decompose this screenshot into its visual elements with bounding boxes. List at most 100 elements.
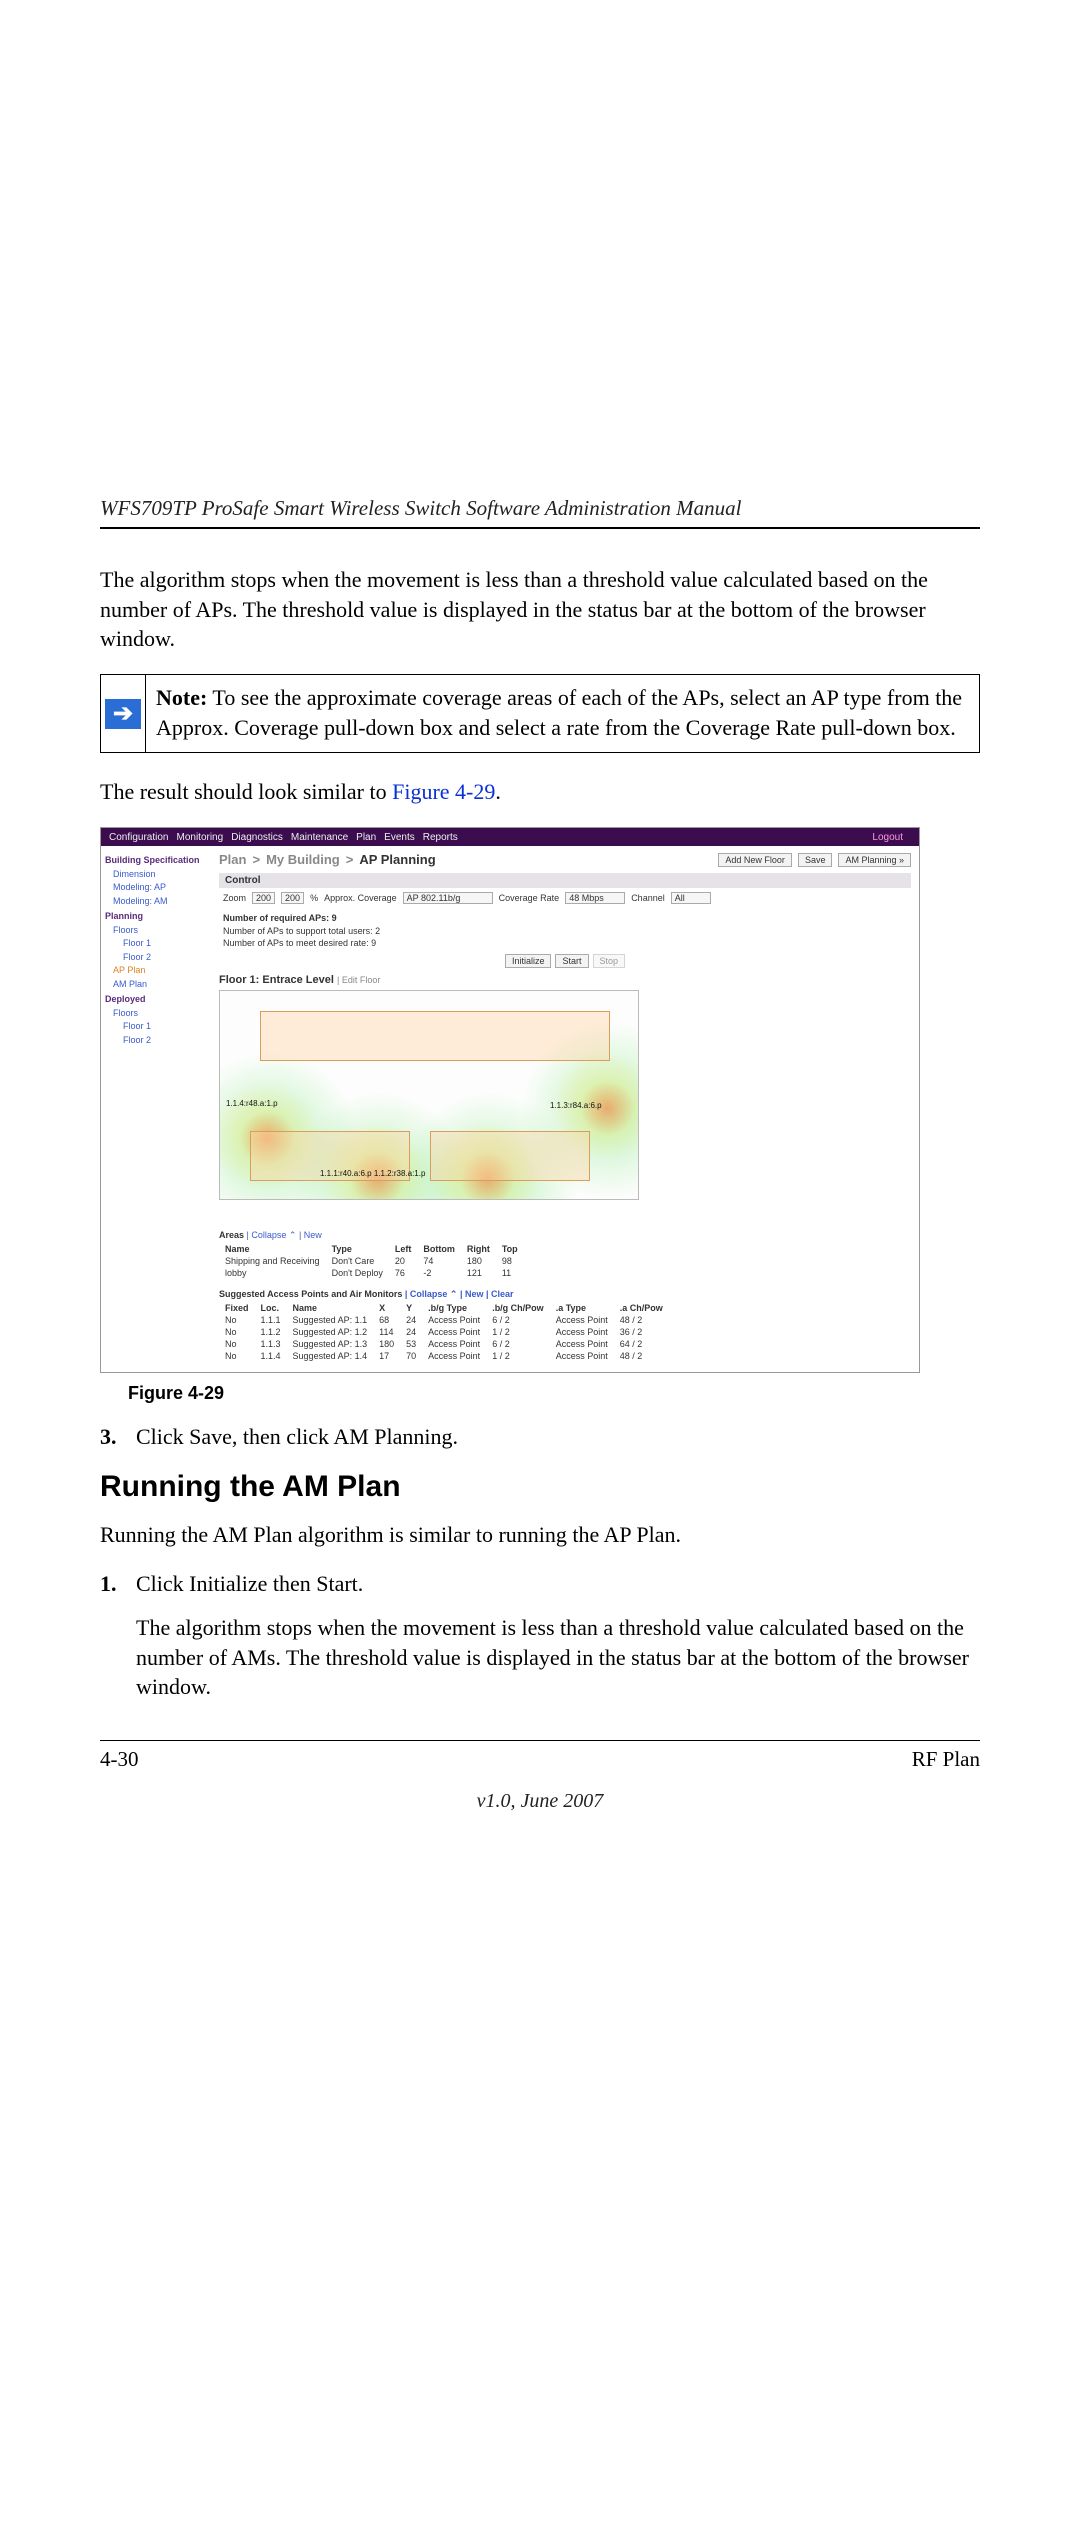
floor-title: Floor 1: Entrace Level bbox=[219, 974, 334, 986]
initialize-button[interactable]: Initialize bbox=[505, 954, 552, 968]
start-button[interactable]: Start bbox=[555, 954, 588, 968]
sugg-table: Fixed Loc. Name X Y .b/g Type .b/g Ch/Po… bbox=[219, 1302, 669, 1362]
section-heading: Running the AM Plan bbox=[100, 1470, 980, 1504]
note-icon-cell: ➔ bbox=[101, 675, 146, 752]
page-footer: 4-30 RF Plan bbox=[100, 1740, 980, 1772]
add-floor-button[interactable]: Add New Floor bbox=[718, 853, 792, 867]
sb-title: Building Specification bbox=[105, 854, 207, 868]
manual-page: WFS709TP ProSafe Smart Wireless Switch S… bbox=[100, 496, 980, 1813]
table-row: lobby Don't Deploy 76 -2 121 11 bbox=[219, 1267, 524, 1279]
stop-button[interactable]: Stop bbox=[593, 954, 626, 968]
areas-block: Areas | Collapse ⌃ | New Name Type Left … bbox=[219, 1230, 911, 1362]
arrow-right-icon: ➔ bbox=[105, 699, 141, 729]
note-text: Note: To see the approximate coverage ar… bbox=[146, 675, 979, 752]
save-button[interactable]: Save bbox=[798, 853, 833, 867]
approx-label: Approx. Coverage bbox=[324, 893, 397, 903]
floor-header: Floor 1: Entrace Level | Edit Floor bbox=[219, 974, 911, 986]
embedded-screenshot: Configuration Monitoring Diagnostics Mai… bbox=[100, 827, 920, 1373]
req-block: Number of required APs: 9 Number of APs … bbox=[219, 908, 911, 950]
init-btn-row: Initialize Start Stop bbox=[219, 954, 911, 968]
col: Right bbox=[461, 1243, 496, 1255]
nav-item[interactable]: Reports bbox=[423, 832, 458, 843]
room-box bbox=[260, 1011, 610, 1061]
ap-label: 1.1.3:r84.a:6.p bbox=[550, 1101, 602, 1110]
zoom-input[interactable]: 200 bbox=[252, 892, 275, 904]
sb-item[interactable]: Floor 2 bbox=[123, 1034, 207, 1048]
ap-type-select[interactable]: AP 802.11b/g bbox=[403, 892, 493, 904]
step-text: Click Save, then click AM Planning. bbox=[136, 1422, 980, 1452]
rate-label: Coverage Rate bbox=[499, 893, 560, 903]
step-number: 1. bbox=[100, 1569, 124, 1722]
pct-suffix: % bbox=[310, 893, 318, 903]
col: Name bbox=[219, 1243, 326, 1255]
figure-link[interactable]: Figure 4-29 bbox=[392, 779, 495, 804]
col: Bottom bbox=[417, 1243, 461, 1255]
table-row: Shipping and Receiving Don't Care 20 74 … bbox=[219, 1255, 524, 1267]
note-box: ➔ Note: To see the approximate coverage … bbox=[100, 674, 980, 753]
note-body: To see the approximate coverage areas of… bbox=[156, 685, 962, 740]
am-paragraph: The algorithm stops when the movement is… bbox=[136, 1613, 980, 1702]
channel-label: Channel bbox=[631, 893, 665, 903]
table-row: No1.1.1Suggested AP: 1.16824Access Point… bbox=[219, 1314, 669, 1326]
step-1: 1. Click Initialize then Start. The algo… bbox=[100, 1569, 980, 1722]
sb-item[interactable]: AM Plan bbox=[113, 978, 207, 992]
logout-link[interactable]: Logout bbox=[872, 832, 903, 843]
sb-item[interactable]: Modeling: AM bbox=[113, 895, 207, 909]
note-label: Note: bbox=[156, 685, 207, 710]
nav-item[interactable]: Monitoring bbox=[176, 832, 223, 843]
ap-label: 1.1.1:r40.a:6.p 1.1.2:r38.a:1.p bbox=[320, 1169, 425, 1178]
control-row: Zoom 200 200 % Approx. Coverage AP 802.1… bbox=[219, 888, 911, 908]
bc-c: AP Planning bbox=[359, 852, 435, 867]
result-suffix: . bbox=[495, 779, 501, 804]
col: Type bbox=[326, 1243, 389, 1255]
rate-select[interactable]: 48 Mbps bbox=[565, 892, 625, 904]
chapter-title: RF Plan bbox=[912, 1747, 980, 1772]
zoom-label: Zoom bbox=[223, 893, 246, 903]
page-number: 4-30 bbox=[100, 1747, 139, 1772]
step-number: 3. bbox=[100, 1422, 124, 1452]
result-paragraph: The result should look similar to Figure… bbox=[100, 777, 980, 807]
req-line: Number of APs to support total users: 2 bbox=[223, 925, 907, 938]
table-row: No1.1.3Suggested AP: 1.318053Access Poin… bbox=[219, 1338, 669, 1350]
areas-table: Name Type Left Bottom Right Top Shipping… bbox=[219, 1243, 524, 1279]
edit-floor-link[interactable]: | Edit Floor bbox=[337, 975, 380, 985]
doc-header: WFS709TP ProSafe Smart Wireless Switch S… bbox=[100, 496, 980, 529]
sb-item[interactable]: Floor 1 bbox=[123, 937, 207, 951]
sb-item[interactable]: Floors bbox=[113, 924, 207, 938]
am-planning-button[interactable]: AM Planning » bbox=[838, 853, 911, 867]
ss-topnav: Configuration Monitoring Diagnostics Mai… bbox=[101, 828, 919, 846]
control-header: Control bbox=[219, 873, 911, 888]
result-prefix: The result should look similar to bbox=[100, 779, 392, 804]
intro-paragraph: The algorithm stops when the movement is… bbox=[100, 565, 980, 654]
req-title: Number of required APs: 9 bbox=[223, 913, 337, 923]
sb-item[interactable]: Floor 1 bbox=[123, 1020, 207, 1034]
version-line: v1.0, June 2007 bbox=[100, 1790, 980, 1813]
nav-item[interactable]: Diagnostics bbox=[231, 832, 283, 843]
sb-title: Deployed bbox=[105, 993, 207, 1007]
sb-title: Planning bbox=[105, 910, 207, 924]
nav-item[interactable]: Configuration bbox=[109, 832, 168, 843]
sb-item[interactable]: Dimension bbox=[113, 868, 207, 882]
step-3: 3. Click Save, then click AM Planning. bbox=[100, 1422, 980, 1452]
sb-item[interactable]: Floor 2 bbox=[123, 951, 207, 965]
nav-item[interactable]: Plan bbox=[356, 832, 376, 843]
sugg-header: Suggested Access Points and Air Monitors… bbox=[219, 1289, 911, 1300]
nav-item[interactable]: Maintenance bbox=[291, 832, 348, 843]
bc-b[interactable]: My Building bbox=[266, 852, 340, 867]
zoom-pct-select[interactable]: 200 bbox=[281, 892, 304, 904]
col: Top bbox=[496, 1243, 524, 1255]
bc-a[interactable]: Plan bbox=[219, 852, 246, 867]
room-box bbox=[430, 1131, 590, 1181]
ap-label: 1.1.4:r48.a:1.p bbox=[226, 1099, 278, 1108]
sb-item[interactable]: Modeling: AP bbox=[113, 881, 207, 895]
ss-sidebar: Building Specification Dimension Modelin… bbox=[101, 846, 211, 1372]
sb-item[interactable]: Floors bbox=[113, 1007, 207, 1021]
sb-item-active[interactable]: AP Plan bbox=[113, 964, 207, 978]
channel-select[interactable]: All bbox=[671, 892, 711, 904]
step-text: Click Initialize then Start. bbox=[136, 1569, 980, 1599]
col: Left bbox=[389, 1243, 418, 1255]
table-row: No1.1.2Suggested AP: 1.211424Access Poin… bbox=[219, 1326, 669, 1338]
areas-header: Areas | Collapse ⌃ | New bbox=[219, 1230, 911, 1241]
nav-item[interactable]: Events bbox=[384, 832, 415, 843]
floorplan: 1.1.4:r48.a:1.p 1.1.3:r84.a:6.p 1.1.1:r4… bbox=[219, 990, 639, 1200]
